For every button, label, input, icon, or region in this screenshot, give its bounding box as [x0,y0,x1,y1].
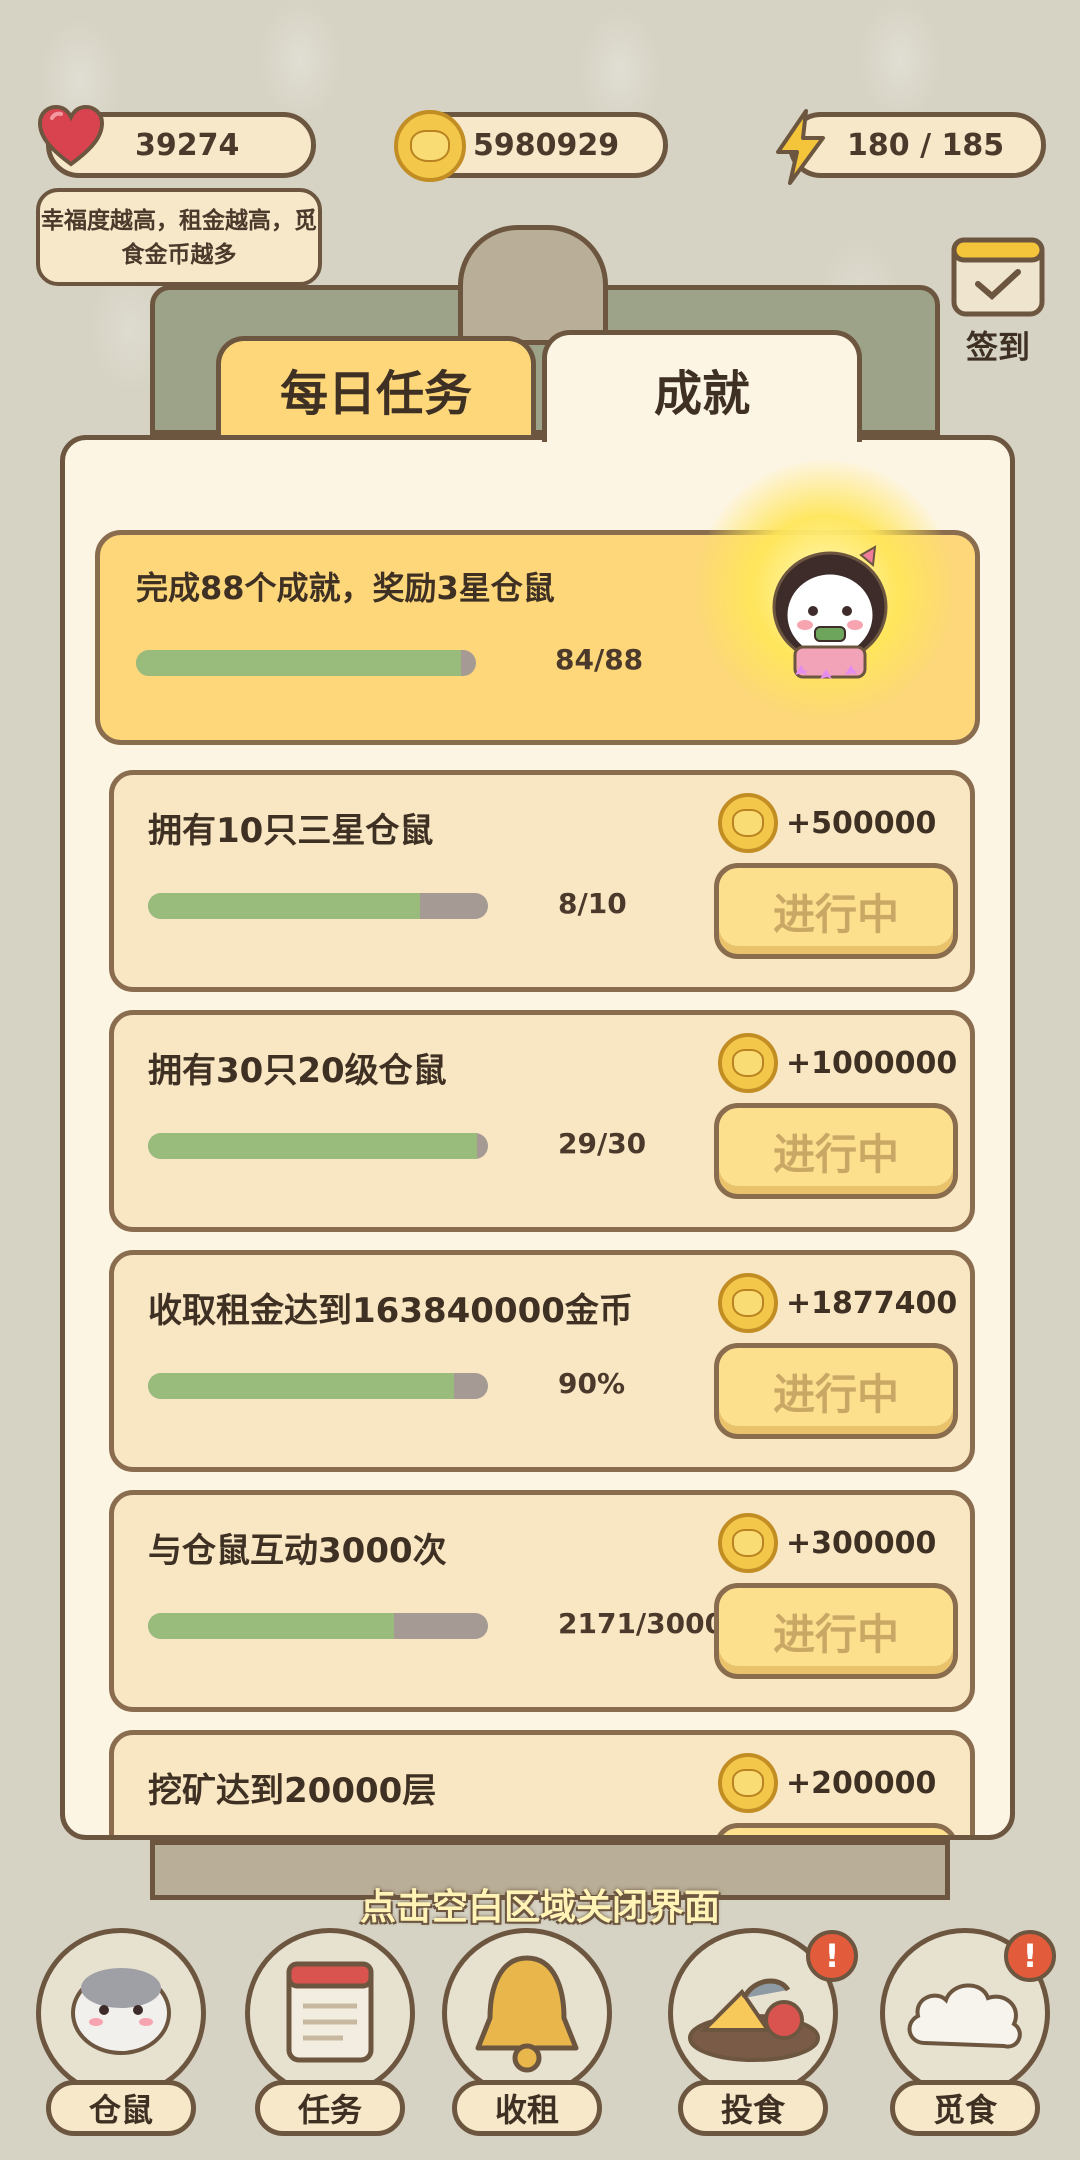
reward-amount: +300000 [786,1525,937,1561]
achievement-progress-fill [148,893,420,919]
milestone-progress-bar [136,650,476,676]
achievement-progress-fill [148,1373,454,1399]
nav-hamster[interactable]: 仓鼠 [36,1928,206,2136]
nav-tasks-label: 任务 [255,2080,405,2136]
achievement-card: 收取租金达到163840000金币 +1877400 90% 进行中 [109,1250,975,1472]
achievement-progress-fill [148,1613,395,1639]
achievement-progress-text: 8/10 [558,887,627,920]
nav-forage[interactable]: 觅食 ! [880,1928,1056,2136]
achievement-title: 收取租金达到163840000金币 [148,1291,633,1331]
coin-icon [718,1513,778,1573]
achievement-card: 拥有10只三星仓鼠 +500000 8/10 进行中 [109,770,975,992]
nav-feed-label: 投食 [678,2080,828,2136]
reward-amount: +500000 [786,805,937,841]
achievement-progress-text: 2171/3000 [558,1607,725,1640]
achievement-title: 与仓鼠互动3000次 [148,1531,447,1571]
achievement-reward: +1000000 [718,1033,957,1093]
achievement-progress-bar [148,893,488,919]
achievement-title: 拥有10只三星仓鼠 [148,811,434,851]
achievement-reward: +200000 [718,1753,938,1813]
achievement-title: 挖矿达到20000层 [148,1771,437,1811]
achievements-panel: 完成88个成就，奖励3星仓鼠 84/88 拥有10只三星仓鼠 +500000 8… [60,435,1015,1840]
tab-achievements[interactable]: 成就 [542,330,862,442]
signin-label: 签到 [965,328,1030,366]
hamster-reward-icon [772,545,888,679]
in-progress-button[interactable]: 进行中 [714,1343,958,1439]
reward-amount: +200000 [786,1765,937,1801]
achievement-progress-bar [148,1373,488,1399]
tab-daily-tasks[interactable]: 每日任务 [216,336,536,436]
coin-icon [718,1273,778,1333]
nav-hamster-label: 仓鼠 [46,2080,196,2136]
nav-tasks[interactable]: 任务 [245,1928,415,2136]
nav-forage-label: 觅食 [890,2080,1040,2136]
achievement-title: 拥有30只20级仓鼠 [148,1051,447,1091]
reward-amount: +1877400 [786,1285,958,1321]
milestone-title: 完成88个成就，奖励3星仓鼠 [136,569,555,607]
achievement-reward: +500000 [718,793,938,853]
milestone-progress-fill [136,650,461,676]
achievement-reward: +300000 [718,1513,938,1573]
heart-icon [37,104,105,167]
achievement-card: 拥有30只20级仓鼠 +1000000 29/30 进行中 [109,1010,975,1232]
calendar-check-icon [951,237,1045,317]
nav-feed[interactable]: 投食 ! [668,1928,858,2136]
food-plate-icon [688,1978,820,2062]
nav-collect-rent-label: 收租 [452,2080,602,2136]
in-progress-button[interactable]: 进行中 [714,1103,958,1199]
clipboard-icon [286,1961,374,2063]
achievement-progress-text: 29/30 [558,1127,647,1160]
reward-amount: +1000000 [786,1045,958,1081]
signin-button[interactable]: 签到 [950,232,1046,366]
achievement-card: 挖矿达到20000层 +200000 [109,1730,975,1835]
coin-icon [718,1033,778,1093]
alert-badge: ! [1004,1930,1056,1982]
milestone-progress-text: 84/88 [555,643,644,676]
coin-icon [718,793,778,853]
alert-badge: ! [806,1930,858,1982]
in-progress-button[interactable]: 进行中 [714,1583,958,1679]
achievement-progress-bar [148,1133,488,1159]
achievement-progress-fill [148,1133,477,1159]
in-progress-button[interactable]: 进行中 [714,863,958,959]
nav-collect-rent[interactable]: 收租 [442,1928,612,2136]
in-progress-button[interactable] [714,1823,958,1835]
lightning-icon [776,109,825,185]
energy-value: 180 / 185 [847,127,1005,163]
cloud-icon [907,1983,1022,2049]
happiness-value: 39274 [135,127,240,163]
achievement-progress-text: 90% [558,1367,626,1400]
close-hint[interactable]: 点击空白区域关闭界面 [0,1878,1080,1930]
coins-value: 5980929 [473,127,620,163]
achievement-progress-bar [148,1613,488,1639]
tab-achievements-label: 成就 [653,365,750,422]
achievement-card: 与仓鼠互动3000次 +300000 2171/3000 进行中 [109,1490,975,1712]
bell-icon [475,1955,579,2073]
achievement-reward: +1877400 [718,1273,957,1333]
coin-icon [394,110,466,182]
happiness-tip: 幸福度越高，租金越高，觅食金币越多 [36,188,322,286]
tab-daily-tasks-label: 每日任务 [279,365,472,422]
house-chimney [458,225,608,345]
hamster-icon [71,1968,171,2055]
coin-icon [718,1753,778,1813]
